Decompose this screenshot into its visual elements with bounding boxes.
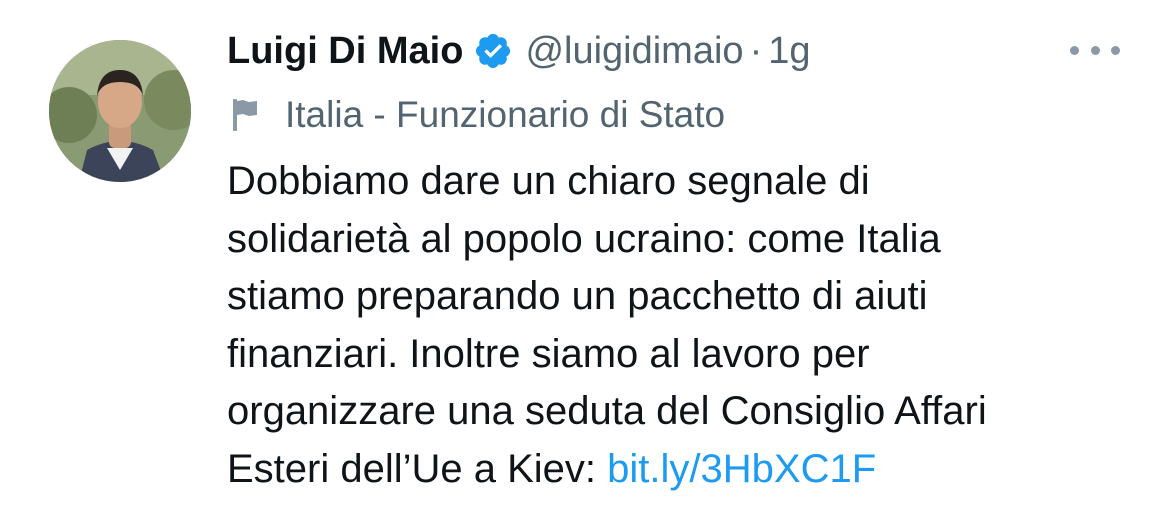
tweet-text-line: organizzare una seduta del Consiglio Aff… — [227, 389, 987, 433]
more-dot-icon — [1090, 45, 1100, 55]
header-separator: · — [749, 29, 763, 72]
more-dot-icon — [1111, 45, 1120, 55]
account-label-text: Italia - Funzionario di Stato — [285, 94, 726, 135]
tweet-text: Dobbiamo dare un chiaro segnale di solid… — [227, 153, 1127, 498]
tweet-text-line: solidarietà al popolo ucraino: come Ital… — [227, 216, 941, 261]
tweet-header: Luigi Di Maio @luigidimaio · 1g — [227, 24, 811, 78]
avatar-image — [49, 40, 191, 182]
avatar[interactable] — [49, 40, 191, 182]
tweet-link[interactable]: bit.ly/3HbXC1F — [607, 447, 876, 491]
tweet-text-last-line: Esteri dell’Ue a Kiev: bit.ly/3HbXC1F — [227, 441, 1127, 499]
tweet-text-line: stiamo preparando un pacchetto di aiuti — [227, 274, 928, 318]
tweet-text-line: finanziari. Inoltre siamo al lavoro per — [227, 331, 870, 376]
tweet[interactable]: Luigi Di Maio @luigidimaio · 1g Italia -… — [0, 0, 1170, 519]
author-name[interactable]: Luigi Di Maio — [227, 30, 463, 73]
timestamp[interactable]: 1g — [768, 30, 810, 73]
account-label[interactable]: Italia - Funzionario di Stato — [229, 90, 725, 140]
tweet-text-line: Dobbiamo dare un chiaro segnale di — [227, 159, 870, 203]
verified-badge-icon — [473, 31, 513, 71]
flag-icon — [229, 97, 263, 133]
more-dot-icon — [1070, 45, 1079, 55]
tweet-text-line-prefix: Esteri dell’Ue a Kiev: — [227, 446, 608, 491]
more-options-icon[interactable] — [1070, 38, 1120, 62]
author-handle[interactable]: @luigidimaio — [525, 30, 743, 73]
